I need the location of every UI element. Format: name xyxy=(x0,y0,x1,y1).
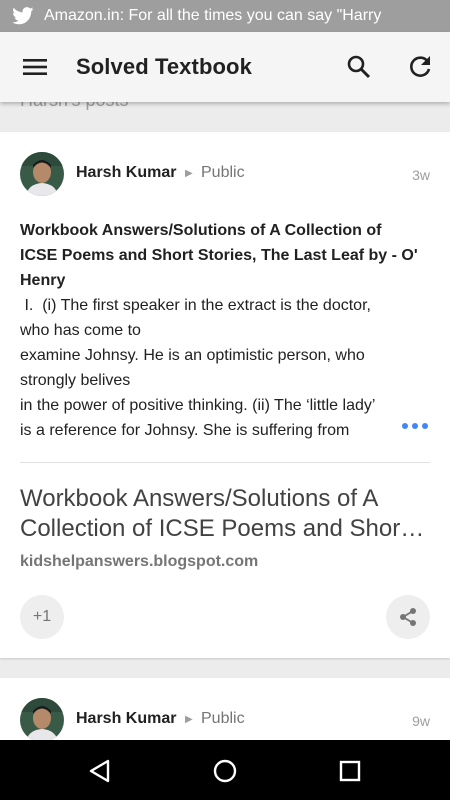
arrow-right-icon: ▶ xyxy=(185,168,193,179)
post-time: 3w xyxy=(412,167,430,183)
visibility-label: Public xyxy=(201,710,245,727)
status-bar: Amazon.in: For all the times you can say… xyxy=(0,0,450,32)
link-title[interactable]: Workbook Answers/Solutions of A Collecti… xyxy=(20,484,430,544)
post-text-line: in the power of positive thinking. (ii) … xyxy=(20,397,376,414)
divider xyxy=(20,462,430,463)
feed[interactable]: Harsh's posts Harsh Kumar ▶ Public 3w Wo… xyxy=(0,102,450,740)
nav-bar xyxy=(0,740,450,800)
refresh-icon[interactable] xyxy=(407,54,433,80)
share-icon xyxy=(400,608,416,626)
app-bar: Solved Textbook xyxy=(0,32,450,102)
post-heading-line: Workbook Answers/Solutions of A Collecti… xyxy=(20,222,382,239)
arrow-right-icon: ▶ xyxy=(185,714,193,725)
post-text-line: strongly belives xyxy=(20,372,131,389)
avatar[interactable] xyxy=(20,698,64,740)
author-name[interactable]: Harsh Kumar xyxy=(76,164,176,182)
post-card[interactable]: Harsh Kumar ▶ Public 9w xyxy=(0,678,450,740)
post-card[interactable]: Harsh Kumar ▶ Public 3w Workbook Answers… xyxy=(0,132,450,658)
author-name[interactable]: Harsh Kumar xyxy=(76,710,176,728)
home-icon[interactable] xyxy=(212,758,238,784)
twitter-icon xyxy=(12,7,34,25)
section-label: Harsh's posts xyxy=(20,102,128,111)
visibility-label: Public xyxy=(201,164,245,181)
post-body[interactable]: Workbook Answers/Solutions of A Collecti… xyxy=(20,218,432,443)
menu-icon[interactable] xyxy=(22,55,48,79)
link-title-line: Collection of ICSE Poems and Short Stori… xyxy=(20,515,430,542)
post-text-line: examine Johnsy. He is an optimistic pers… xyxy=(20,347,365,364)
post-text-line: is a reference for Johnsy. She is suffer… xyxy=(20,422,350,439)
share-button[interactable] xyxy=(386,595,430,639)
search-icon[interactable] xyxy=(346,54,372,80)
post-heading-line: Henry xyxy=(20,272,66,289)
post-text-line: I. (i) The first speaker in the extract … xyxy=(20,297,371,314)
link-domain[interactable]: kidshelpanswers.blogspot.com xyxy=(20,553,258,571)
notification-text: Amazon.in: For all the times you can say… xyxy=(44,7,382,24)
post-heading-line: ICSE Poems and Short Stories, The Last L… xyxy=(20,247,418,264)
recents-icon[interactable] xyxy=(337,758,363,784)
plus-one-button[interactable]: +1 xyxy=(20,595,64,639)
link-title-line: Workbook Answers/Solutions of A xyxy=(20,485,379,512)
app-title: Solved Textbook xyxy=(76,54,252,79)
avatar[interactable] xyxy=(20,152,64,196)
back-icon[interactable] xyxy=(87,758,113,784)
post-time: 9w xyxy=(412,713,430,729)
more-dots-icon[interactable] xyxy=(402,423,428,429)
post-text-line: who has come to xyxy=(20,322,141,339)
